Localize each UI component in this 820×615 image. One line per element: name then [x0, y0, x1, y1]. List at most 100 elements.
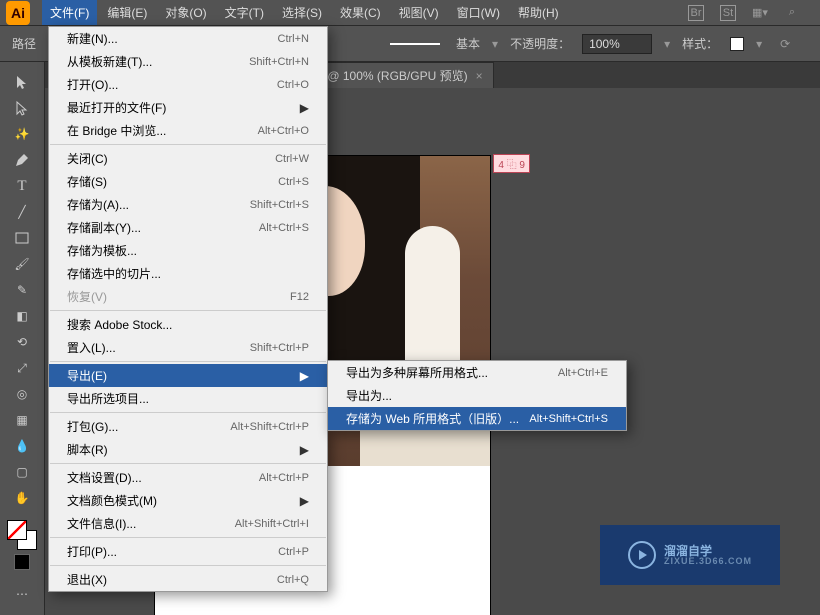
menu-item[interactable]: 文档设置(D)...Alt+Ctrl+P: [49, 466, 327, 489]
menu-item-label: 脚本(R): [67, 441, 300, 458]
fill-swatch[interactable]: [7, 520, 27, 540]
menu-item[interactable]: 存储为模板...: [49, 239, 327, 262]
menu-shortcut: F12: [290, 291, 309, 303]
style-swatch[interactable]: [730, 37, 744, 51]
submenu-shortcut: Alt+Ctrl+E: [558, 367, 608, 379]
menu-item-label: 导出所选项目...: [67, 390, 309, 407]
menu-item[interactable]: 脚本(R)▶: [49, 438, 327, 461]
menu-select[interactable]: 选择(S): [274, 0, 330, 25]
file-menu-dropdown: 新建(N)...Ctrl+N从模板新建(T)...Shift+Ctrl+N打开(…: [48, 26, 328, 592]
menu-item-label: 搜索 Adobe Stock...: [67, 316, 309, 333]
menu-item-label: 文档设置(D)...: [67, 469, 259, 486]
magic-wand-tool[interactable]: ✨: [10, 122, 34, 146]
menu-item-label: 退出(X): [67, 571, 277, 588]
menu-item[interactable]: 导出(E)▶: [49, 364, 327, 387]
menu-item-label: 打包(G)...: [67, 418, 230, 435]
artboard-tool[interactable]: ▢: [10, 460, 34, 484]
menu-item[interactable]: 导出所选项目...: [49, 387, 327, 410]
menu-help[interactable]: 帮助(H): [510, 0, 567, 25]
line-tool[interactable]: ╱: [10, 200, 34, 224]
artboard-badge: 4 ⿻ 9: [493, 154, 530, 173]
menubar: 文件(F) 编辑(E) 对象(O) 文字(T) 选择(S) 效果(C) 视图(V…: [42, 0, 567, 25]
menu-item-label: 从模板新建(T)...: [67, 53, 249, 70]
menu-shortcut: Alt+Ctrl+S: [259, 222, 309, 234]
selection-tool[interactable]: [10, 70, 34, 94]
bridge-icon[interactable]: Br: [688, 5, 704, 21]
brand-watermark: 溜溜自学 ZIXUE.3D66.COM: [600, 525, 780, 585]
dots-icon[interactable]: ⋯: [10, 582, 34, 606]
bg-color[interactable]: [14, 554, 30, 570]
eraser-tool[interactable]: ◧: [10, 304, 34, 328]
menu-item[interactable]: 文档颜色模式(M)▶: [49, 489, 327, 512]
brand-sub: ZIXUE.3D66.COM: [664, 557, 752, 566]
menu-view[interactable]: 视图(V): [391, 0, 447, 25]
menu-item-label: 置入(L)...: [67, 339, 250, 356]
submenu-item-label: 导出为多种屏幕所用格式...: [346, 364, 558, 381]
app-icon: Ai: [6, 1, 30, 25]
gradient-tool[interactable]: ▦: [10, 408, 34, 432]
opacity-label: 不透明度：: [510, 35, 570, 52]
stock-icon[interactable]: St: [720, 5, 736, 21]
menu-item[interactable]: 打印(P)...Ctrl+P: [49, 540, 327, 563]
menu-item[interactable]: 文件信息(I)...Alt+Shift+Ctrl+I: [49, 512, 327, 535]
menu-window[interactable]: 窗口(W): [449, 0, 508, 25]
style-label: 样式：: [682, 35, 718, 52]
menu-item-label: 关闭(C): [67, 150, 275, 167]
menu-item[interactable]: 打开(O)...Ctrl+O: [49, 73, 327, 96]
menu-file[interactable]: 文件(F): [42, 0, 97, 25]
tab-close-icon[interactable]: ×: [476, 69, 483, 83]
menu-item[interactable]: 置入(L)...Shift+Ctrl+P: [49, 336, 327, 359]
menu-item-label: 在 Bridge 中浏览...: [67, 122, 258, 139]
menu-item[interactable]: 搜索 Adobe Stock...: [49, 313, 327, 336]
menu-item[interactable]: 存储为(A)...Shift+Ctrl+S: [49, 193, 327, 216]
scale-tool[interactable]: ⤢: [10, 356, 34, 380]
menu-item[interactable]: 关闭(C)Ctrl+W: [49, 147, 327, 170]
submenu-arrow-icon: ▶: [300, 494, 309, 508]
pencil-tool[interactable]: ✎: [10, 278, 34, 302]
menu-shortcut: Alt+Ctrl+O: [258, 125, 309, 137]
search-icon[interactable]: ⌕: [784, 5, 800, 21]
rectangle-tool[interactable]: [10, 226, 34, 250]
menu-item: 恢复(V)F12: [49, 285, 327, 308]
menu-item[interactable]: 新建(N)...Ctrl+N: [49, 27, 327, 50]
submenu-arrow-icon: ▶: [300, 101, 309, 115]
menu-item-label: 存储(S): [67, 173, 278, 190]
menu-item-label: 存储为(A)...: [67, 196, 250, 213]
submenu-item[interactable]: 导出为多种屏幕所用格式...Alt+Ctrl+E: [328, 361, 626, 384]
menu-shortcut: Ctrl+W: [275, 153, 309, 165]
menu-shortcut: Ctrl+Q: [277, 574, 309, 586]
type-tool[interactable]: T: [10, 174, 34, 198]
menu-item[interactable]: 从模板新建(T)...Shift+Ctrl+N: [49, 50, 327, 73]
menu-shortcut: Ctrl+S: [278, 176, 309, 188]
menu-object[interactable]: 对象(O): [157, 0, 214, 25]
submenu-item-label: 存储为 Web 所用格式（旧版）...: [346, 410, 529, 427]
export-submenu: 导出为多种屏幕所用格式...Alt+Ctrl+E导出为...存储为 Web 所用…: [327, 360, 627, 431]
menu-edit[interactable]: 编辑(E): [99, 0, 155, 25]
workspace-icon[interactable]: ▦▾: [752, 5, 768, 21]
menu-effect[interactable]: 效果(C): [332, 0, 389, 25]
menu-shortcut: Shift+Ctrl+P: [250, 342, 309, 354]
pen-tool[interactable]: [10, 148, 34, 172]
menu-item[interactable]: 在 Bridge 中浏览...Alt+Ctrl+O: [49, 119, 327, 142]
menu-item[interactable]: 最近打开的文件(F)▶: [49, 96, 327, 119]
rotate-tool[interactable]: ⟲: [10, 330, 34, 354]
menu-type[interactable]: 文字(T): [217, 0, 272, 25]
paintbrush-tool[interactable]: 🖌: [10, 252, 34, 276]
submenu-item[interactable]: 存储为 Web 所用格式（旧版）...Alt+Shift+Ctrl+S: [328, 407, 626, 430]
basic-style-label: 基本: [456, 35, 480, 52]
menu-shortcut: Alt+Shift+Ctrl+P: [230, 421, 309, 433]
menu-item[interactable]: 存储(S)Ctrl+S: [49, 170, 327, 193]
submenu-item[interactable]: 导出为...: [328, 384, 626, 407]
menu-shortcut: Ctrl+N: [278, 33, 309, 45]
direct-selection-tool[interactable]: [10, 96, 34, 120]
hand-tool[interactable]: ✋: [10, 486, 34, 510]
eyedropper-tool[interactable]: 💧: [10, 434, 34, 458]
opacity-input[interactable]: [582, 34, 652, 54]
stroke-preview[interactable]: [390, 43, 440, 45]
menu-item[interactable]: 打包(G)...Alt+Shift+Ctrl+P: [49, 415, 327, 438]
menu-item[interactable]: 存储选中的切片...: [49, 262, 327, 285]
color-swatches[interactable]: [7, 520, 37, 550]
menu-item[interactable]: 退出(X)Ctrl+Q: [49, 568, 327, 591]
shape-builder-tool[interactable]: ◎: [10, 382, 34, 406]
menu-item[interactable]: 存储副本(Y)...Alt+Ctrl+S: [49, 216, 327, 239]
